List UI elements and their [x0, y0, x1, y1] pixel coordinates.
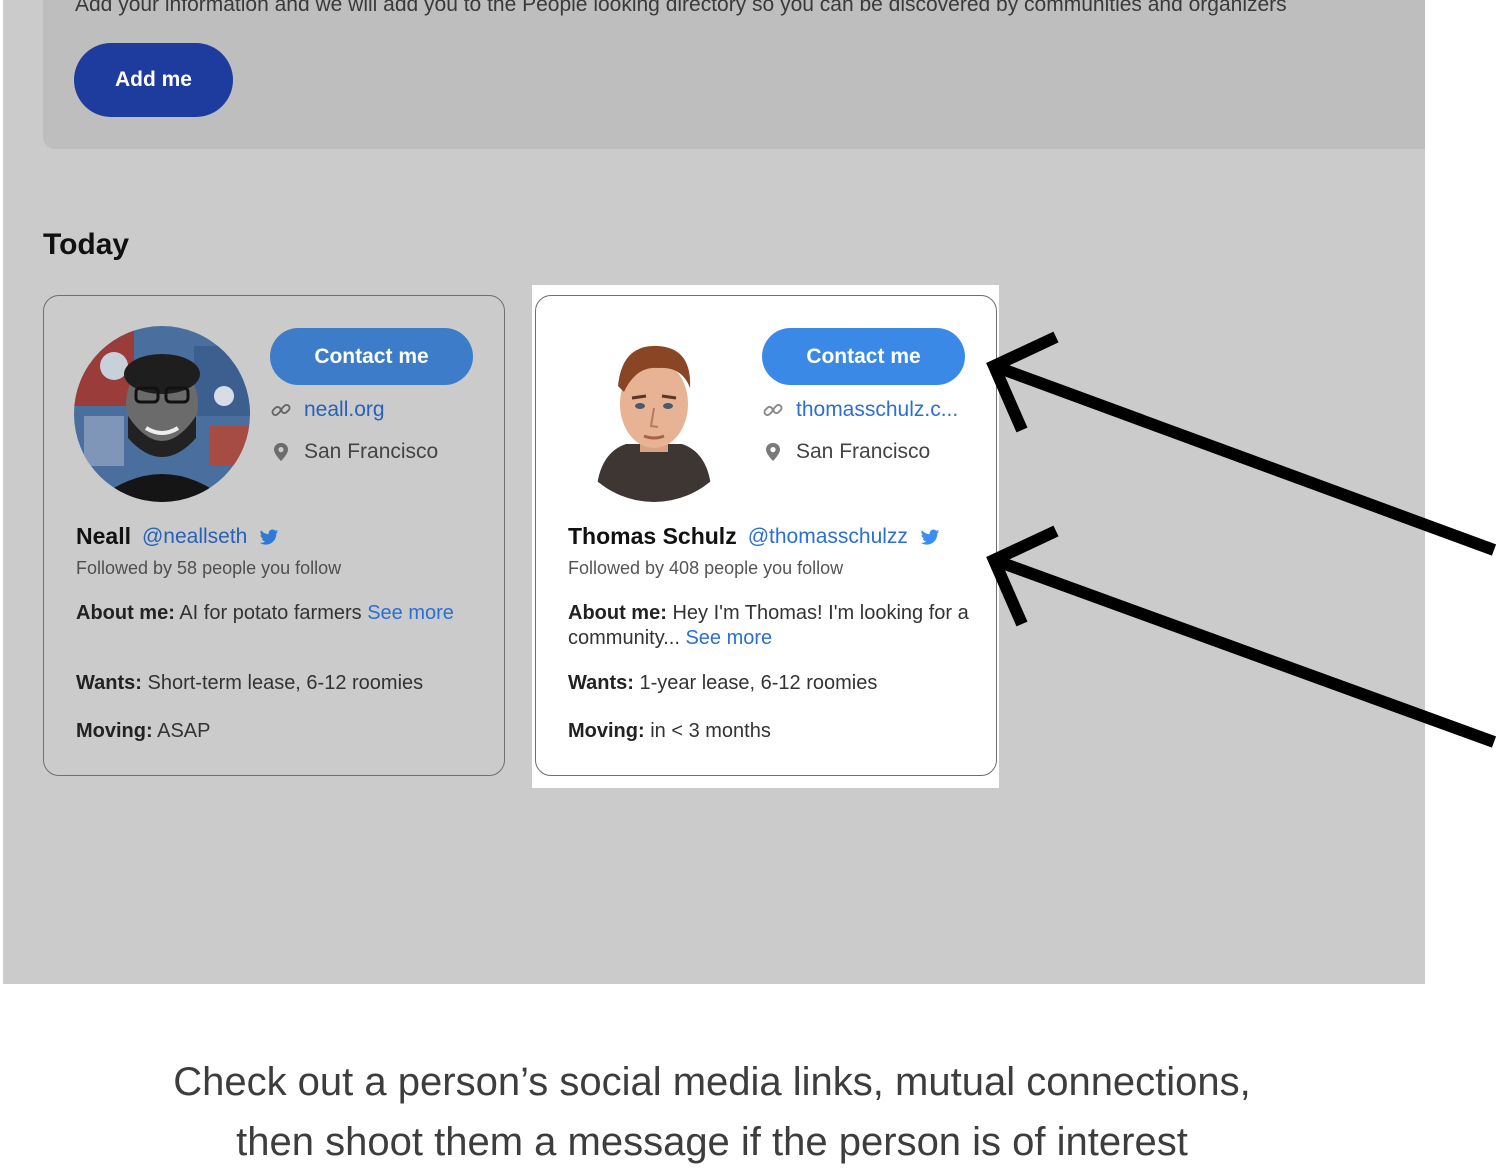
moving-label: Moving: [76, 720, 153, 742]
mutual-followers: Followed by 58 people you follow [76, 558, 342, 578]
location-text: San Francisco [796, 440, 931, 463]
person-card-neall: Contact me neall.org San Francisco Neall… [43, 295, 505, 776]
about-label: About me: [76, 602, 175, 624]
person-name: Thomas Schulz [568, 523, 737, 549]
avatar [74, 326, 250, 502]
contact-me-button[interactable]: Contact me [762, 328, 965, 385]
banner-text: Add your information and we will add you… [75, 0, 1287, 16]
add-me-banner: Add your information and we will add you… [43, 0, 1425, 149]
moving-label: Moving: [568, 720, 645, 742]
name-line: Thomas Schulz @thomasschulzz [568, 523, 941, 550]
wants: Wants: Short-term lease, 6-12 roomies [76, 671, 486, 696]
moving-text: ASAP [152, 720, 211, 742]
link-icon [271, 404, 291, 416]
about-me: About me: AI for potato farmers See more [76, 601, 486, 626]
website-link[interactable]: neall.org [270, 398, 385, 422]
website-link[interactable]: thomasschulz.c... [762, 398, 958, 422]
twitter-bird-icon[interactable] [258, 526, 280, 548]
name-line: Neall @neallseth [76, 523, 280, 550]
contact-me-button[interactable]: Contact me [270, 328, 473, 385]
twitter-handle[interactable]: @thomasschulzz [748, 525, 908, 549]
caption-line-2: then shoot them a message if the person … [236, 1120, 1188, 1164]
wants-label: Wants: [76, 672, 142, 694]
location: San Francisco [762, 440, 930, 464]
caption-line-1: Check out a person’s social media links,… [173, 1060, 1251, 1104]
moving: Moving: in < 3 months [568, 719, 978, 744]
section-title: Today [43, 228, 130, 261]
location-text: San Francisco [304, 440, 439, 463]
website-text[interactable]: thomasschulz.c... [796, 398, 958, 422]
twitter-handle[interactable]: @neallseth [142, 525, 247, 549]
wants-text: 1-year lease, 6-12 roomies [633, 672, 878, 694]
location: San Francisco [270, 440, 438, 464]
avatar [566, 326, 742, 502]
twitter-bird-icon[interactable] [919, 526, 941, 548]
link-icon [763, 404, 783, 416]
about-me: About me: Hey I'm Thomas! I'm looking fo… [568, 601, 978, 651]
about-text: AI for potato farmers [174, 602, 368, 624]
caption: Check out a person’s social media links,… [0, 1052, 1424, 1172]
map-pin-icon [274, 443, 288, 461]
person-name: Neall [76, 523, 131, 549]
see-more-link[interactable]: See more [685, 627, 772, 649]
about-label: About me: [568, 602, 667, 624]
wants: Wants: 1-year lease, 6-12 roomies [568, 671, 978, 696]
wants-text: Short-term lease, 6-12 roomies [141, 672, 424, 694]
moving: Moving: ASAP [76, 719, 486, 744]
see-more-link[interactable]: See more [367, 602, 454, 624]
map-pin-icon [766, 443, 780, 461]
mutual-followers: Followed by 408 people you follow [568, 558, 844, 578]
add-me-button[interactable]: Add me [74, 43, 233, 117]
wants-label: Wants: [568, 672, 634, 694]
website-text[interactable]: neall.org [304, 398, 385, 422]
moving-text: in < 3 months [644, 720, 771, 742]
person-card-thomas: Contact me thomasschulz.c... San Francis… [535, 295, 997, 776]
